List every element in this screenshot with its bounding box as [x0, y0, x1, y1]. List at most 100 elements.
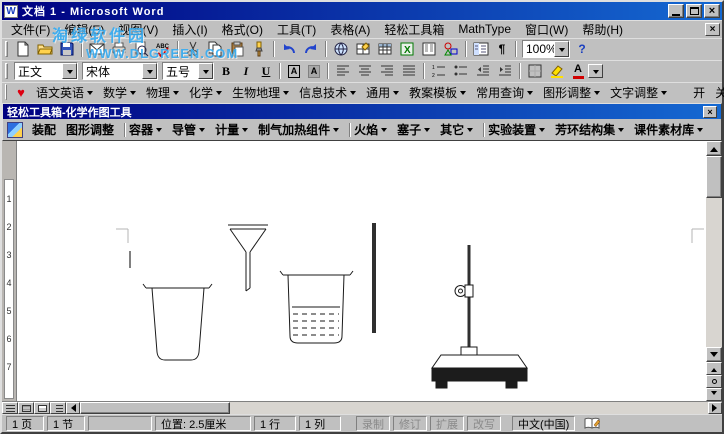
- status-indicator[interactable]: 修订: [393, 416, 427, 431]
- minimize-button[interactable]: [668, 4, 684, 18]
- tables-borders-button[interactable]: [352, 39, 374, 59]
- document-map-button[interactable]: [470, 39, 492, 59]
- toolbox-button[interactable]: 容器: [124, 120, 167, 139]
- funnel-drawing[interactable]: [228, 224, 268, 292]
- subject-button[interactable]: 数学: [98, 83, 141, 101]
- menu-item[interactable]: 窗口(W): [518, 20, 575, 39]
- align-center-button[interactable]: [354, 61, 376, 81]
- toolbox-button[interactable]: 芳环结构集: [550, 121, 629, 139]
- align-right-button[interactable]: [376, 61, 398, 81]
- web-layout-view-button[interactable]: [18, 402, 34, 414]
- align-left-button[interactable]: [332, 61, 354, 81]
- save-button[interactable]: [56, 39, 78, 59]
- previous-page-button[interactable]: [706, 362, 722, 375]
- subject-button[interactable]: 常用查询: [471, 83, 538, 101]
- toolbar-drag-handle[interactable]: [5, 41, 8, 57]
- status-indicator[interactable]: 录制: [356, 416, 390, 431]
- chevron-down-icon[interactable]: [554, 41, 569, 57]
- undo-button[interactable]: [278, 39, 300, 59]
- format-painter-button[interactable]: [248, 39, 270, 59]
- show-hide-button[interactable]: ¶: [492, 39, 512, 59]
- iron-stand-drawing[interactable]: [431, 245, 528, 389]
- print-button[interactable]: [108, 39, 130, 59]
- subject-button[interactable]: 关: [710, 83, 724, 101]
- glass-rod-drawing[interactable]: [372, 223, 376, 333]
- subject-button[interactable]: 物理: [141, 83, 184, 101]
- menu-item[interactable]: 轻松工具箱: [377, 20, 451, 39]
- vertical-scroll-thumb[interactable]: [706, 156, 722, 198]
- open-button[interactable]: [34, 39, 56, 59]
- font-color-button[interactable]: A: [568, 61, 588, 81]
- toolbox-button[interactable]: 塞子: [392, 121, 435, 139]
- italic-button[interactable]: I: [236, 61, 256, 81]
- subject-button[interactable]: 图形调整: [538, 83, 605, 101]
- insert-table-button[interactable]: [374, 39, 396, 59]
- liquid-beaker-drawing[interactable]: [279, 270, 354, 344]
- toolbar-drag-handle[interactable]: [5, 84, 7, 100]
- size-combo[interactable]: 五号: [162, 62, 214, 80]
- toolbox-button[interactable]: 制气加热组件: [253, 121, 344, 139]
- horizontal-scroll-thumb[interactable]: [80, 402, 230, 414]
- bold-button[interactable]: B: [216, 61, 236, 81]
- new-document-button[interactable]: [12, 39, 34, 59]
- subject-button[interactable]: 通用: [361, 83, 404, 101]
- status-indicator[interactable]: 改写: [467, 416, 501, 431]
- toolbox-button[interactable]: 课件素材库: [629, 121, 708, 139]
- menu-item[interactable]: MathType: [451, 21, 518, 37]
- email-button[interactable]: [86, 39, 108, 59]
- chevron-down-icon[interactable]: [198, 63, 213, 79]
- outline-view-button[interactable]: [50, 402, 66, 414]
- character-border-button[interactable]: A: [284, 61, 304, 81]
- close-button[interactable]: ×: [704, 4, 720, 18]
- subject-button[interactable]: 文字调整: [605, 83, 672, 101]
- vertical-scrollbar[interactable]: [706, 141, 722, 401]
- status-language[interactable]: 中文(中国): [512, 416, 576, 431]
- toolbox-button[interactable]: 导管: [167, 121, 210, 139]
- menu-item[interactable]: 工具(T): [270, 20, 323, 39]
- subject-button[interactable]: 开: [688, 83, 710, 101]
- font-combo[interactable]: 宋体: [82, 62, 158, 80]
- subject-button[interactable]: 生物地理: [227, 83, 294, 101]
- document-page[interactable]: [17, 141, 706, 401]
- copy-button[interactable]: [204, 39, 226, 59]
- chevron-down-icon[interactable]: [142, 63, 157, 79]
- print-layout-view-button[interactable]: [34, 402, 50, 414]
- highlight-button[interactable]: [546, 61, 568, 81]
- insert-excel-button[interactable]: X: [396, 39, 418, 59]
- vertical-ruler[interactable]: 1 2 3 4 5 6 7: [2, 141, 17, 401]
- subject-button[interactable]: 信息技术: [294, 83, 361, 101]
- scroll-up-button[interactable]: [706, 141, 722, 156]
- zoom-combo[interactable]: 100%: [522, 40, 570, 58]
- style-combo[interactable]: 正文: [14, 62, 78, 80]
- maximize-button[interactable]: [686, 4, 702, 18]
- toolbox-button[interactable]: 火焰: [349, 120, 392, 139]
- insert-hyperlink-button[interactable]: [330, 39, 352, 59]
- toolbox-close-button[interactable]: ×: [703, 105, 717, 118]
- document-close-button[interactable]: ×: [705, 22, 720, 36]
- numbering-button[interactable]: 12: [428, 61, 450, 81]
- toolbox-button[interactable]: 图形调整: [61, 121, 119, 139]
- menu-item[interactable]: 视图(V): [111, 20, 165, 39]
- status-indicator[interactable]: 扩展: [430, 416, 464, 431]
- increase-indent-button[interactable]: [494, 61, 516, 81]
- beaker-drawing[interactable]: [142, 283, 213, 361]
- select-browse-object-button[interactable]: [706, 375, 722, 388]
- toolbox-button[interactable]: 其它: [435, 121, 478, 139]
- scroll-right-button[interactable]: [708, 402, 722, 414]
- menu-item[interactable]: 插入(I): [165, 20, 214, 39]
- subject-button[interactable]: 教案模板: [404, 83, 471, 101]
- menu-item[interactable]: 文件(F): [4, 20, 57, 39]
- toolbox-button[interactable]: 装配: [27, 121, 61, 139]
- spelling-button[interactable]: ABC: [152, 39, 174, 59]
- character-shading-button[interactable]: A: [304, 61, 324, 81]
- align-justify-button[interactable]: [398, 61, 420, 81]
- normal-view-button[interactable]: [2, 402, 18, 414]
- print-preview-button[interactable]: [130, 39, 152, 59]
- menu-item[interactable]: 帮助(H): [575, 20, 630, 39]
- toolbox-button[interactable]: 实验装置: [483, 120, 550, 139]
- cut-button[interactable]: [182, 39, 204, 59]
- underline-button[interactable]: U: [256, 61, 276, 81]
- decrease-indent-button[interactable]: [472, 61, 494, 81]
- scroll-down-button[interactable]: [706, 347, 722, 362]
- toolbar-drag-handle[interactable]: [5, 63, 8, 79]
